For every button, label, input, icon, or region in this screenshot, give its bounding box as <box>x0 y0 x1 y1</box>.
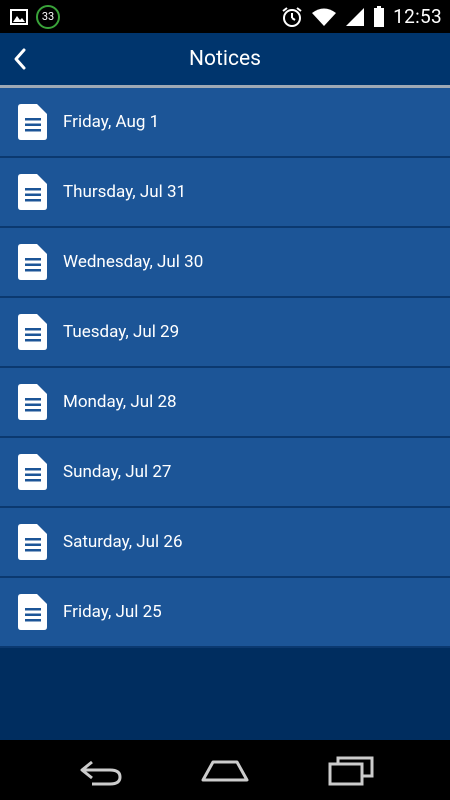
image-icon <box>10 9 28 25</box>
list-item[interactable]: Wednesday, Jul 30 <box>0 228 450 298</box>
status-left: 33 <box>10 5 60 29</box>
signal-icon <box>346 7 365 26</box>
status-bar: 33 12:53 <box>0 0 450 33</box>
page-title: Notices <box>189 47 261 71</box>
list-item[interactable]: Monday, Jul 28 <box>0 368 450 438</box>
document-icon <box>18 454 47 490</box>
list-item-label: Monday, Jul 28 <box>63 392 177 412</box>
list-item-label: Saturday, Jul 26 <box>63 532 183 552</box>
back-nav-icon[interactable] <box>70 750 130 790</box>
list-item-label: Sunday, Jul 27 <box>63 462 172 482</box>
battery-icon <box>374 5 385 27</box>
list-item[interactable]: Thursday, Jul 31 <box>0 158 450 228</box>
document-icon <box>18 524 47 560</box>
home-nav-icon[interactable] <box>195 750 255 790</box>
list-item-label: Friday, Aug 1 <box>63 112 160 132</box>
document-icon <box>18 104 47 140</box>
list-item[interactable]: Friday, Aug 1 <box>0 88 450 158</box>
status-time: 12:53 <box>393 5 442 28</box>
wifi-icon <box>312 8 337 26</box>
list-item[interactable]: Saturday, Jul 26 <box>0 508 450 578</box>
document-icon <box>18 384 47 420</box>
alarm-icon <box>282 6 302 27</box>
list-item-label: Thursday, Jul 31 <box>63 182 187 202</box>
document-icon <box>18 174 47 210</box>
list-item-label: Friday, Jul 25 <box>63 602 162 622</box>
document-icon <box>18 244 47 280</box>
notices-list: Friday, Aug 1 Thursday, Jul 31 Wednesday… <box>0 88 450 648</box>
list-item[interactable]: Sunday, Jul 27 <box>0 438 450 508</box>
document-icon <box>18 594 47 630</box>
document-icon <box>18 314 47 350</box>
navigation-bar <box>0 740 450 800</box>
status-right: 12:53 <box>281 2 442 31</box>
list-item[interactable]: Friday, Jul 25 <box>0 578 450 648</box>
action-bar: Notices <box>0 33 450 85</box>
list-item-label: Tuesday, Jul 29 <box>63 322 180 342</box>
notification-badge: 33 <box>36 5 60 29</box>
chevron-left-icon[interactable] <box>4 41 40 77</box>
list-item[interactable]: Tuesday, Jul 29 <box>0 298 450 368</box>
recent-apps-icon[interactable] <box>322 750 382 790</box>
list-item-label: Wednesday, Jul 30 <box>63 252 204 272</box>
